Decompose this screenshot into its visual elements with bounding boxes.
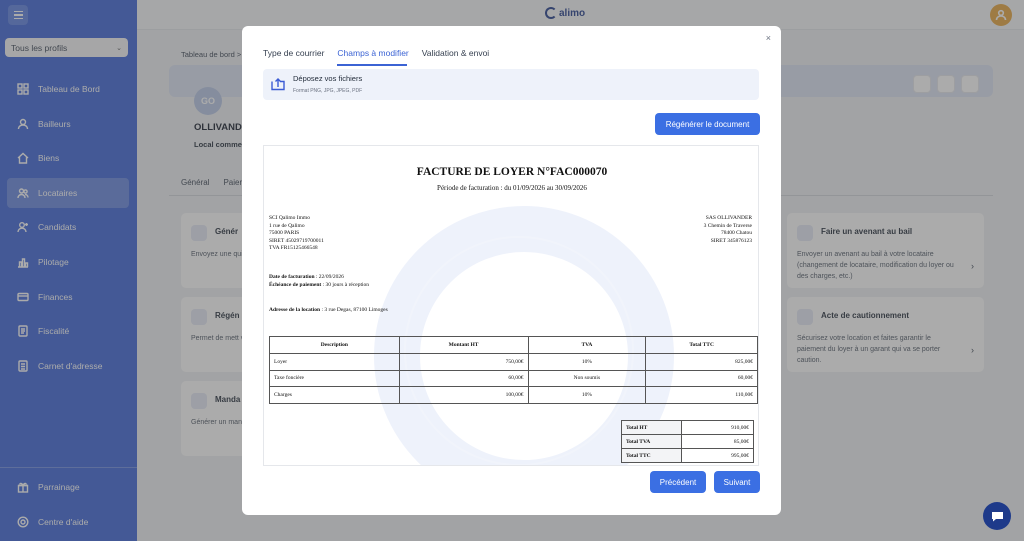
upload-icon [271,78,285,91]
chat-support-button[interactable] [983,502,1011,530]
recipient-line: 3 Chemin de Traverse [703,222,752,229]
total-value: 85,00€ [681,434,754,449]
row-description: Charges [269,386,400,404]
active-tab-indicator [337,64,407,66]
total-label: Total HT [621,420,682,435]
address-value: : 3 rue Degas, 87100 Limoges [320,307,388,313]
total-value: 910,00€ [681,420,754,435]
row-amount-ht: 750,00€ [398,353,529,371]
billing-date: Date de facturation : 22/09/2026 [269,273,369,281]
rental-address: Adresse de la location : 3 rue Degas, 87… [269,307,388,313]
row-tva: 10% [527,386,647,404]
due-date-label: Échéance de paiement [269,282,322,288]
totals-row: Total HT 910,00€ [621,420,754,435]
file-drop-zone[interactable]: Déposez vos fichiers Format PNG, JPG, JP… [263,69,759,100]
invoice-table: Description Montant HT TVA Total TTC Loy… [269,336,758,404]
row-description: Loyer [269,353,400,371]
due-date: Échéance de paiement : 30 jours à récept… [269,281,369,289]
previous-button[interactable]: Précédent [650,471,706,493]
address-label: Adresse de la location [269,307,321,313]
document-modal: Type de courrier Champs à modifier Valid… [242,26,781,515]
next-button[interactable]: Suivant [714,471,760,493]
invoice-preview: FACTURE DE LOYER N°FAC000070 Période de … [263,145,759,466]
tab-type-de-courrier[interactable]: Type de courrier [263,48,324,58]
row-amount-ht: 100,00€ [398,386,529,404]
total-value: 995,00€ [681,448,754,463]
invoice-title: FACTURE DE LOYER N°FAC000070 [416,166,608,178]
column-header: Total TTC [645,336,758,354]
row-description: Taxe foncière [269,369,400,387]
sender-line: SCI Qalimo Immo [269,215,310,221]
billing-date-value: : 22/09/2026 [314,274,344,280]
column-header: Montant HT [398,336,529,354]
chat-icon [991,511,1003,521]
totals-row: Total TVA 85,00€ [621,434,754,449]
recipient-line: SIRET 345876123 [710,237,752,244]
row-tva: Non soumis [527,369,647,387]
total-label: Total TVA [621,434,682,449]
column-header: Description [269,336,400,354]
sender-block: SCI Qalimo Immo 1 rue de Qalimo 75000 PA… [269,215,324,253]
billing-date-label: Date de facturation [269,274,315,280]
close-icon[interactable]: × [766,33,771,43]
tab-champs-a-modifier[interactable]: Champs à modifier [337,48,408,58]
sender-line: 1 rue de Qalimo [269,222,305,229]
row-total-ttc: 825,00€ [645,353,758,371]
recipient-line: SAS OLLIVANDER [705,215,752,221]
row-total-ttc: 110,00€ [645,386,758,404]
table-header-row: Description Montant HT TVA Total TTC [269,336,758,354]
table-row: Taxe foncière 60,00€ Non soumis 60,00€ [269,369,758,387]
tab-validation-envoi[interactable]: Validation & envoi [422,48,489,58]
recipient-line: 78400 Chatou [720,230,752,236]
invoice-period: Période de facturation : du 01/09/2026 a… [437,184,587,192]
modal-header: Type de courrier Champs à modifier Valid… [242,26,781,66]
table-row: Loyer 750,00€ 10% 825,00€ [269,353,758,371]
total-label: Total TTC [621,448,682,463]
regenerate-document-button[interactable]: Régénérer le document [655,113,760,135]
row-total-ttc: 60,00€ [645,369,758,387]
table-row: Charges 100,00€ 10% 110,00€ [269,386,758,404]
sender-line: TVA FR15125466548 [269,245,318,251]
invoice-dates: Date de facturation : 22/09/2026 Échéanc… [269,273,369,289]
row-tva: 10% [527,353,647,371]
sender-line: SIRET 45029719700011 [269,237,324,244]
drop-zone-formats: Format PNG, JPG, JPEG, PDF [293,88,363,94]
recipient-block: SAS OLLIVANDER 3 Chemin de Traverse 7840… [704,215,752,245]
sender-line: 75000 PARIS [269,230,300,236]
column-header: TVA [527,336,647,354]
totals-table: Total HT 910,00€ Total TVA 85,00€ Total … [621,420,754,463]
row-amount-ht: 60,00€ [398,369,529,387]
due-date-value: : 30 jours à réception [321,282,370,288]
drop-zone-title: Déposez vos fichiers [293,74,363,83]
totals-row: Total TTC 995,00€ [621,448,754,463]
modal-tabs: Type de courrier Champs à modifier Valid… [263,48,489,58]
